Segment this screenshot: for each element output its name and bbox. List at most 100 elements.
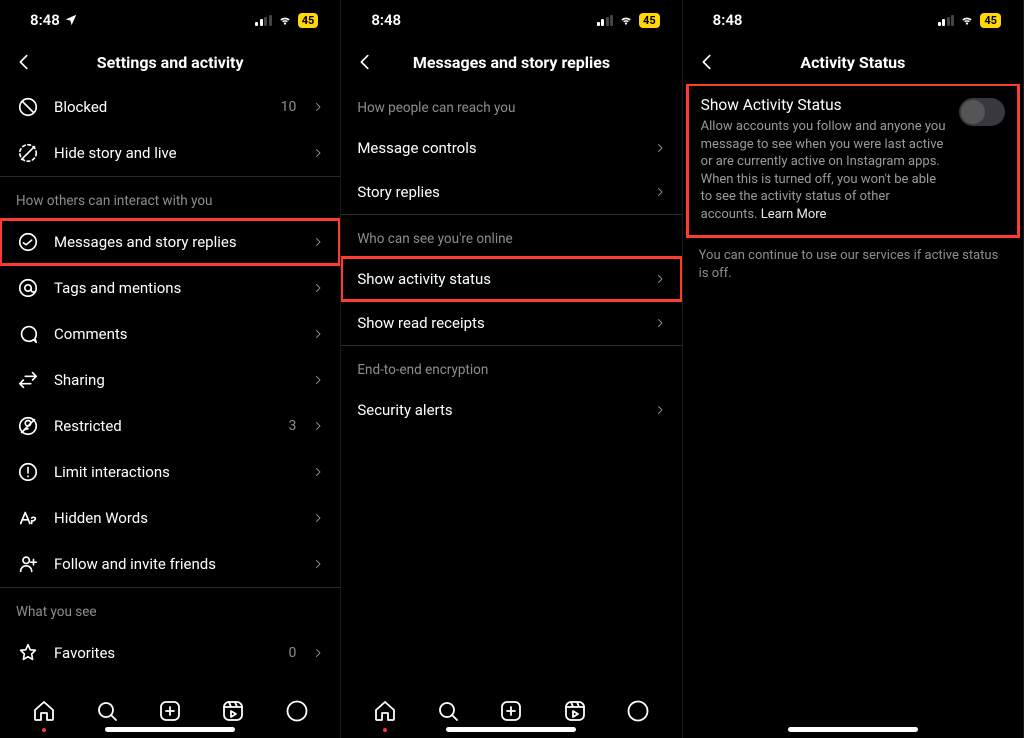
status-time: 8:48 [713, 11, 743, 29]
hide-story-icon [16, 141, 40, 165]
status-bar: 8:48 45 [0, 0, 340, 40]
tab-search[interactable] [433, 696, 463, 726]
row-hidden-words[interactable]: Hidden Words [0, 495, 340, 541]
chevron-right-icon [312, 466, 324, 478]
status-time: 8:48 [30, 11, 60, 29]
row-blocked[interactable]: Blocked 10 [0, 84, 340, 130]
row-label: Show read receipts [357, 314, 639, 332]
messages-icon [16, 230, 40, 254]
row-label: Hidden Words [54, 509, 298, 527]
row-label: Blocked [54, 98, 267, 116]
wifi-icon [959, 13, 975, 27]
tab-home[interactable] [29, 696, 59, 726]
row-label: Security alerts [357, 401, 639, 419]
wifi-icon [277, 13, 293, 27]
status-time: 8:48 [371, 11, 401, 29]
status-bar: 8:48 45 [683, 0, 1023, 40]
chevron-right-icon [312, 374, 324, 386]
tab-profile[interactable] [623, 696, 653, 726]
chevron-left-icon [13, 51, 35, 73]
row-story-replies[interactable]: Story replies [341, 170, 681, 214]
row-show-read-receipts[interactable]: Show read receipts [341, 301, 681, 345]
row-limit-interactions[interactable]: Limit interactions [0, 449, 340, 495]
page-title: Settings and activity [97, 53, 244, 72]
nav-header: Activity Status [683, 40, 1023, 84]
chevron-right-icon [654, 317, 666, 329]
row-message-controls[interactable]: Message controls [341, 126, 681, 170]
home-indicator[interactable] [105, 727, 235, 732]
status-bar: 8:48 45 [341, 0, 681, 40]
home-indicator[interactable] [788, 727, 918, 732]
row-label: Sharing [54, 371, 298, 389]
row-comments[interactable]: Comments [0, 311, 340, 357]
tab-add[interactable] [155, 696, 185, 726]
favorites-icon [16, 641, 40, 665]
tab-reels[interactable] [560, 696, 590, 726]
chevron-left-icon [354, 51, 376, 73]
chevron-right-icon [654, 404, 666, 416]
row-count: 10 [281, 99, 297, 115]
row-label: Message controls [357, 139, 639, 157]
card-body: Allow accounts you follow and anyone you… [701, 118, 949, 223]
screen-messages-story-replies: 8:48 45 Messages and story replies How p… [341, 0, 682, 738]
row-tags-mentions[interactable]: Tags and mentions [0, 265, 340, 311]
activity-status-toggle[interactable] [959, 98, 1005, 126]
back-button[interactable] [12, 50, 36, 74]
section-header-reach: How people can reach you [341, 84, 681, 126]
row-show-activity-status[interactable]: Show activity status [341, 257, 681, 301]
tab-search[interactable] [92, 696, 122, 726]
learn-more-link[interactable]: Learn More [761, 207, 827, 222]
chevron-right-icon [312, 512, 324, 524]
row-follow-invite[interactable]: Follow and invite friends [0, 541, 340, 587]
tab-reels[interactable] [218, 696, 248, 726]
cellular-icon [938, 15, 955, 26]
chevron-right-icon [312, 282, 324, 294]
back-button[interactable] [353, 50, 377, 74]
chevron-right-icon [312, 558, 324, 570]
nav-header: Settings and activity [0, 40, 340, 84]
follow-invite-icon [16, 552, 40, 576]
screen-settings: 8:48 45 Settings and activity Blocked 10… [0, 0, 341, 738]
wifi-icon [618, 13, 634, 27]
battery-level: 45 [980, 13, 1001, 28]
page-title: Activity Status [800, 53, 905, 72]
notification-dot [42, 728, 46, 732]
card-title: Show Activity Status [701, 96, 949, 114]
row-messages-story-replies[interactable]: Messages and story replies [0, 219, 340, 265]
cellular-icon [597, 15, 614, 26]
page-title: Messages and story replies [413, 53, 610, 72]
back-button[interactable] [695, 50, 719, 74]
chevron-right-icon [312, 420, 324, 432]
row-security-alerts[interactable]: Security alerts [341, 388, 681, 432]
section-header-whatyousee: What you see [0, 587, 340, 630]
section-header-online: Who can see you're online [341, 214, 681, 257]
row-hide-story[interactable]: Hide story and live [0, 130, 340, 176]
row-label: Favorites [54, 644, 274, 662]
chevron-right-icon [312, 236, 324, 248]
row-restricted[interactable]: Restricted 3 [0, 403, 340, 449]
chevron-right-icon [312, 328, 324, 340]
tab-profile[interactable] [282, 696, 312, 726]
sharing-icon [16, 368, 40, 392]
row-label: Messages and story replies [54, 233, 298, 251]
row-label: Limit interactions [54, 463, 298, 481]
row-count: 0 [288, 645, 296, 661]
screen-activity-status: 8:48 45 Activity Status Show Activity St… [683, 0, 1024, 738]
blocked-icon [16, 95, 40, 119]
row-sharing[interactable]: Sharing [0, 357, 340, 403]
tab-home[interactable] [370, 696, 400, 726]
chevron-right-icon [654, 142, 666, 154]
battery-level: 45 [298, 13, 319, 28]
row-label: Show activity status [357, 270, 639, 288]
limit-icon [16, 460, 40, 484]
row-label: Comments [54, 325, 298, 343]
footer-note: You can continue to use our services if … [683, 237, 1023, 282]
row-label: Follow and invite friends [54, 555, 298, 573]
tab-add[interactable] [496, 696, 526, 726]
chevron-right-icon [654, 273, 666, 285]
battery-level: 45 [639, 13, 660, 28]
row-count: 3 [288, 418, 296, 434]
home-indicator[interactable] [446, 727, 576, 732]
chevron-left-icon [696, 51, 718, 73]
row-favorites[interactable]: Favorites 0 [0, 630, 340, 676]
